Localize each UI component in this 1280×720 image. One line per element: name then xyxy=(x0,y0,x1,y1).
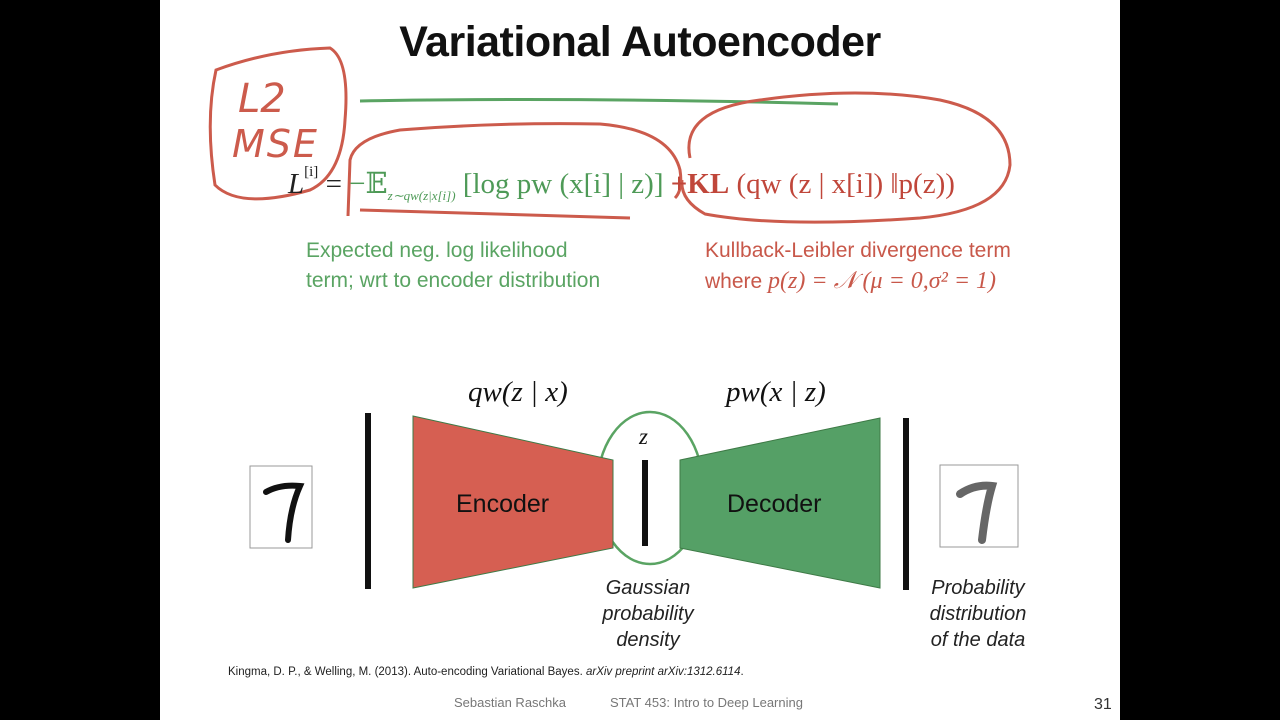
input-layer-bar xyxy=(365,413,371,589)
slide: Variational Autoencoder L2 MSE L[i] = −𝔼… xyxy=(160,0,1120,720)
decoder-label: Decoder xyxy=(727,490,822,518)
latent-z-label: z xyxy=(639,424,648,449)
reference-authors: Kingma, D. P., & Welling, M. (2013). Aut… xyxy=(228,666,583,678)
latent-caption-line3: density xyxy=(616,629,680,651)
input-image-frame xyxy=(249,465,313,549)
footer-course: STAT 453: Intro to Deep Learning xyxy=(610,695,803,710)
latent-bar xyxy=(642,460,648,546)
latent-caption-line2: probability xyxy=(602,603,694,625)
output-caption: Probability distribution of the data xyxy=(908,575,1048,653)
latent-caption: Gaussian probability density xyxy=(578,575,718,653)
output-caption-line2: distribution xyxy=(929,603,1027,625)
output-caption-line3: of the data xyxy=(930,629,1026,651)
reference-citation: Kingma, D. P., & Welling, M. (2013). Aut… xyxy=(228,666,744,678)
output-layer-bar xyxy=(903,418,909,590)
reference-end: . xyxy=(740,666,744,678)
reference-journal: arXiv preprint arXiv:1312.6114 xyxy=(585,666,741,678)
encoder-label: Encoder xyxy=(456,490,550,518)
footer-author: Sebastian Raschka xyxy=(454,695,567,710)
output-caption-line1: Probability xyxy=(931,577,1025,599)
latent-caption-line1: Gaussian xyxy=(605,577,691,599)
slide-number: 31 xyxy=(1094,696,1112,713)
